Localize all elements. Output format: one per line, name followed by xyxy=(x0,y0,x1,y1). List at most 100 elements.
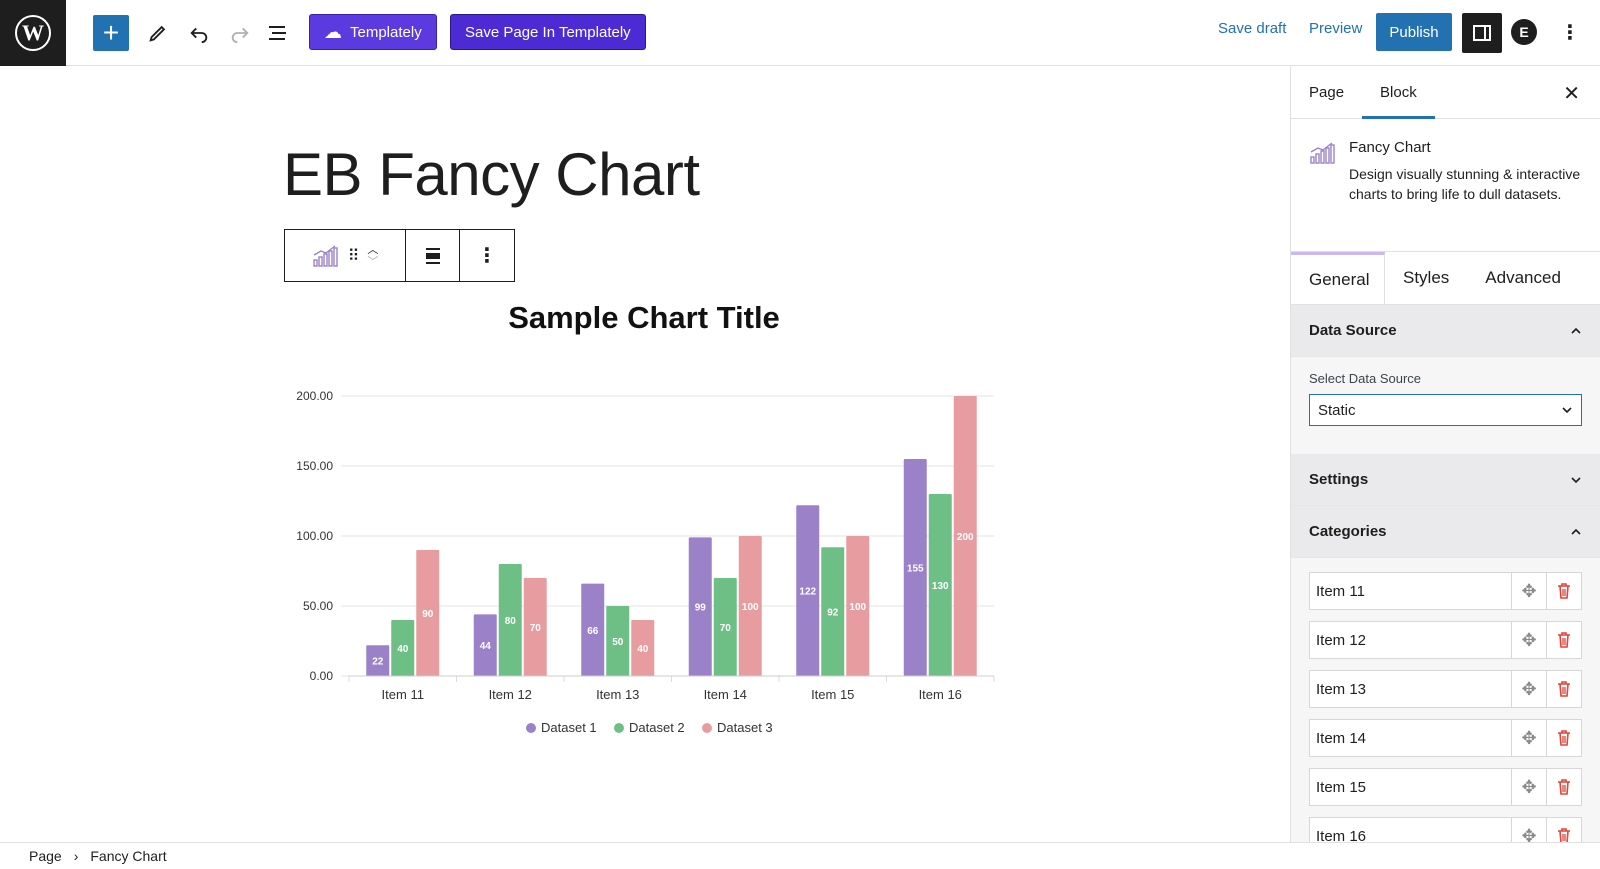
move-icon[interactable]: ✥ xyxy=(1512,671,1547,707)
chevron-up-icon xyxy=(1571,528,1581,535)
x-tick-label: Item 11 xyxy=(382,687,424,702)
bar-value-label: 155 xyxy=(907,564,924,575)
inspector-body: Data Source Select Data Source Static Se… xyxy=(1291,305,1600,842)
trash-icon[interactable] xyxy=(1547,720,1581,756)
category-input[interactable]: Item 16 xyxy=(1310,818,1512,842)
templately-label: Templately xyxy=(350,23,422,41)
select-data-source-label: Select Data Source xyxy=(1309,371,1422,386)
essential-blocks-icon: E xyxy=(1511,19,1537,45)
move-up-down-icon[interactable]: ︿ ﹀ xyxy=(367,244,378,268)
pencil-icon xyxy=(149,25,166,42)
x-tick-label: Item 12 xyxy=(489,687,532,702)
category-input[interactable]: Item 11 xyxy=(1310,573,1512,609)
block-card-content: Fancy Chart Design visually stunning & i… xyxy=(1349,139,1582,231)
more-vertical-icon: ⋮ xyxy=(1560,21,1580,44)
bar-value-label: 40 xyxy=(397,644,409,655)
legend-swatch xyxy=(614,723,624,733)
settings-panel-toggle[interactable]: Settings xyxy=(1291,454,1600,506)
category-row: Item 11 ✥ xyxy=(1309,572,1582,610)
tab-styles[interactable]: Styles xyxy=(1385,252,1467,304)
chevron-down-icon[interactable]: ﹀ xyxy=(367,256,378,268)
bar-chart: 0.00 50.00 100.00 150.00 200.00 22 40 90 Item 11… xyxy=(296,389,995,735)
block-options-button[interactable]: ⋮ xyxy=(460,230,514,281)
bar-value-label: 99 xyxy=(695,603,707,614)
category-row: Item 15 ✥ xyxy=(1309,768,1582,806)
sidebar-icon xyxy=(1473,25,1491,41)
trash-icon[interactable] xyxy=(1547,769,1581,805)
bar-value-label: 22 xyxy=(372,657,384,668)
settings-sidebar: Page Block ✕ Fancy Chart Design visually… xyxy=(1290,66,1600,842)
settings-title: Settings xyxy=(1309,471,1369,488)
move-icon[interactable]: ✥ xyxy=(1512,769,1547,805)
wordpress-logo[interactable]: W xyxy=(0,0,66,66)
category-row: Item 13 ✥ xyxy=(1309,670,1582,708)
y-tick-label: 50.00 xyxy=(303,599,333,613)
options-menu-button[interactable]: ⋮ xyxy=(1556,14,1584,50)
block-card: Fancy Chart Design visually stunning & i… xyxy=(1291,119,1600,252)
trash-icon[interactable] xyxy=(1547,573,1581,609)
chevron-right-icon: › xyxy=(73,848,79,864)
bar-value-label: 44 xyxy=(480,641,492,652)
publish-button[interactable]: Publish xyxy=(1376,13,1452,51)
legend-label: Dataset 3 xyxy=(717,720,773,735)
category-row: Item 12 ✥ xyxy=(1309,621,1582,659)
category-input[interactable]: Item 12 xyxy=(1310,622,1512,658)
tab-page[interactable]: Page xyxy=(1291,66,1362,119)
save-page-in-templately-button[interactable]: Save Page In Templately xyxy=(450,14,646,50)
category-input[interactable]: Item 14 xyxy=(1310,720,1512,756)
templately-button[interactable]: ☁ Templately xyxy=(309,14,437,50)
trash-icon[interactable] xyxy=(1547,671,1581,707)
inspector-tabs: General Styles Advanced xyxy=(1291,252,1600,305)
block-name: Fancy Chart xyxy=(1349,139,1431,156)
data-source-select[interactable]: Static xyxy=(1309,394,1582,426)
y-tick-label: 150.00 xyxy=(296,459,333,473)
trash-icon[interactable] xyxy=(1547,818,1581,842)
undo-button[interactable] xyxy=(181,15,217,51)
move-icon[interactable]: ✥ xyxy=(1512,818,1547,842)
categories-title: Categories xyxy=(1309,523,1387,540)
bar-value-label: 70 xyxy=(720,623,732,634)
data-source-title: Data Source xyxy=(1309,322,1397,339)
bar-value-label: 92 xyxy=(827,608,839,619)
category-row: Item 14 ✥ xyxy=(1309,719,1582,757)
edit-tool-button[interactable] xyxy=(140,15,176,51)
align-button[interactable] xyxy=(406,230,460,281)
undo-icon xyxy=(190,27,208,44)
y-tick-label: 200.00 xyxy=(296,389,333,403)
breadcrumb: Page › Fancy Chart xyxy=(0,842,1600,869)
wordpress-icon: W xyxy=(15,14,51,51)
tab-general[interactable]: General xyxy=(1291,252,1385,304)
category-input[interactable]: Item 15 xyxy=(1310,769,1512,805)
settings-toggle-button[interactable] xyxy=(1462,13,1502,53)
redo-button[interactable] xyxy=(222,15,258,51)
move-icon[interactable]: ✥ xyxy=(1512,720,1547,756)
chevron-up-icon[interactable]: ︿ xyxy=(367,244,378,256)
data-source-panel: Select Data Source Static xyxy=(1291,357,1600,454)
essential-blocks-button[interactable]: E xyxy=(1508,16,1540,48)
chart-block-icon[interactable] xyxy=(312,244,338,268)
drag-handle-icon[interactable]: ⠿ xyxy=(348,246,360,266)
legend-label: Dataset 2 xyxy=(629,720,685,735)
breadcrumb-current[interactable]: Fancy Chart xyxy=(90,848,166,864)
trash-icon[interactable] xyxy=(1547,622,1581,658)
tab-advanced[interactable]: Advanced xyxy=(1467,252,1579,304)
bar-value-label: 122 xyxy=(799,587,816,598)
move-icon[interactable]: ✥ xyxy=(1512,573,1547,609)
bar-value-label: 80 xyxy=(505,616,517,627)
templately-icon: ☁ xyxy=(324,21,342,42)
move-icon[interactable]: ✥ xyxy=(1512,622,1547,658)
close-icon[interactable]: ✕ xyxy=(1563,81,1580,106)
data-source-panel-toggle[interactable]: Data Source xyxy=(1291,305,1600,357)
document-overview-button[interactable] xyxy=(260,15,296,51)
save-draft-button[interactable]: Save draft xyxy=(1218,20,1286,37)
category-input[interactable]: Item 13 xyxy=(1310,671,1512,707)
tab-block[interactable]: Block xyxy=(1362,66,1435,119)
bar-value-label: 66 xyxy=(587,626,599,637)
preview-button[interactable]: Preview xyxy=(1309,20,1362,37)
add-block-button[interactable]: + xyxy=(93,15,129,51)
categories-panel-toggle[interactable]: Categories xyxy=(1291,506,1600,558)
more-vertical-icon: ⋮ xyxy=(477,245,497,267)
align-icon xyxy=(425,247,440,264)
page-title[interactable]: EB Fancy Chart xyxy=(283,140,700,209)
breadcrumb-root[interactable]: Page xyxy=(29,848,62,864)
